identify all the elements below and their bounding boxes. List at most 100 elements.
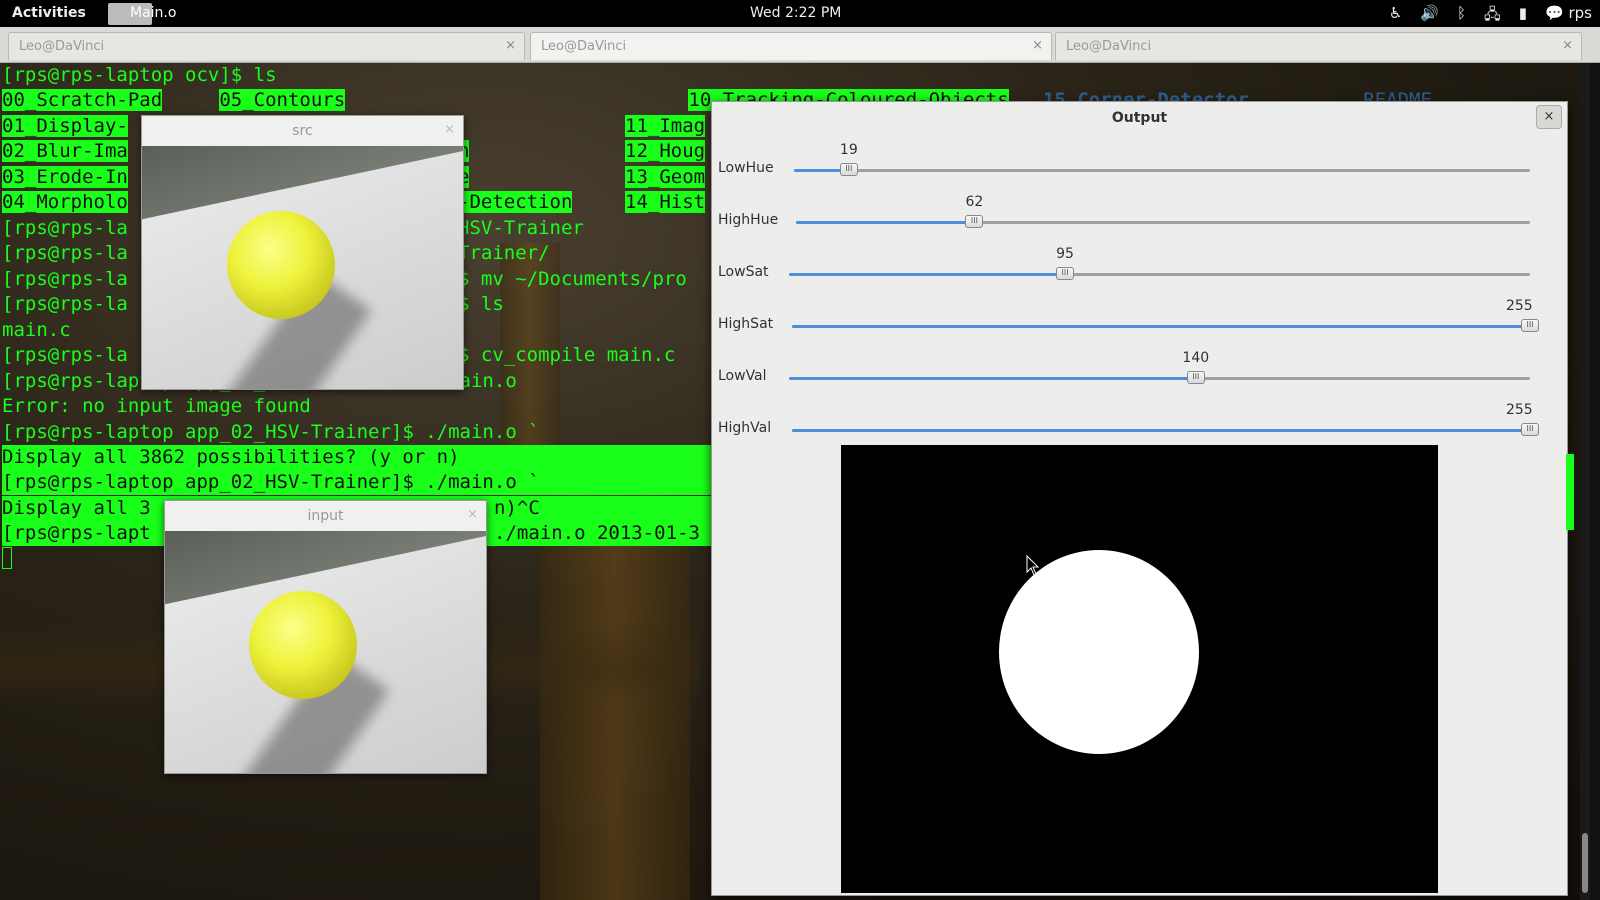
terminal-fragment: ./main.o 2013-01-3	[494, 522, 700, 544]
terminal-line: [rps@rps-la	[2, 268, 128, 290]
slider-track[interactable]: III	[792, 423, 1539, 436]
terminal-line: [rps@rps-la	[2, 293, 128, 315]
slider-track[interactable]: III	[796, 215, 1530, 228]
slider-handle[interactable]: III	[1521, 319, 1539, 332]
terminal-line: 02_Blur-Ima	[2, 140, 128, 162]
close-icon[interactable]: ×	[505, 38, 516, 53]
user-name: rps	[1568, 4, 1592, 22]
terminal-line: [rps@rps-la	[2, 242, 128, 264]
slider-label: HighHue	[718, 212, 779, 228]
terminal-scrollbar[interactable]	[1580, 63, 1590, 900]
terminal-line: [rps@rps-laptop app_02_HSV-Trainer]$ ./m…	[2, 470, 712, 495]
user-menu[interactable]: 💬 rps	[1545, 4, 1592, 29]
scrollbar-thumb[interactable]	[1582, 833, 1588, 893]
terminal-line: Error: no input image found	[2, 395, 311, 417]
slider-handle[interactable]: III	[1056, 267, 1075, 280]
chat-icon: 💬	[1545, 4, 1564, 22]
terminal-fragment: $ cv_compile main.c	[458, 344, 676, 366]
terminal-fragment: 11_Imag	[625, 115, 706, 137]
slider-fill	[789, 273, 1066, 276]
tab-1[interactable]: Leo@DaVinci ×	[8, 32, 525, 60]
slider-label: HighSat	[718, 316, 774, 332]
slider-fill	[796, 221, 975, 224]
slider-label: LowHue	[718, 160, 774, 176]
terminal-line: [rps@rps-laptop ocv]$ ls	[2, 64, 277, 86]
close-icon[interactable]: ×	[1562, 38, 1573, 53]
close-icon[interactable]: ×	[1032, 38, 1043, 53]
slider-value: 255	[1505, 298, 1533, 314]
slider-highhue: HighHue III 62	[712, 188, 1567, 239]
input-window[interactable]: input ×	[164, 500, 487, 774]
slider-lowsat: LowSat III 95	[712, 240, 1567, 291]
slider-value: 255	[1505, 402, 1533, 418]
slider-track[interactable]: III	[789, 371, 1530, 384]
bluetooth-icon[interactable]: ᛒ	[1457, 4, 1466, 29]
slider-fill	[792, 325, 1530, 328]
terminal-fragment: 14_Hist	[625, 191, 706, 213]
top-panel: Activities Main.o Wed 2:22 PM ♿ 🔊 ᛒ 🖧 ▮ …	[0, 0, 1600, 27]
close-icon[interactable]: ×	[444, 122, 455, 137]
window-title: Output	[1111, 110, 1168, 126]
input-image	[165, 531, 486, 773]
terminal-line: main.c	[2, 319, 71, 341]
src-image	[142, 146, 463, 389]
slider-value: 19	[839, 142, 858, 158]
terminal-line: 04_Morpholo	[2, 191, 128, 213]
terminal-line: 01_Display-	[2, 115, 128, 137]
slider-value: 95	[1056, 246, 1074, 262]
tab-3[interactable]: Leo@DaVinci ×	[1055, 32, 1582, 60]
volume-icon[interactable]: 🔊	[1420, 4, 1439, 29]
accessibility-icon[interactable]: ♿	[1389, 4, 1402, 29]
terminal-line: 03_Erode-In	[2, 166, 128, 188]
terminal-fragment: $ ls	[458, 293, 504, 315]
terminal-fragment: $ mv ~/Documents/pro	[458, 268, 687, 290]
slider-handle[interactable]: III	[965, 215, 984, 228]
threshold-output-image	[841, 445, 1438, 893]
mouse-pointer-icon	[1026, 555, 1040, 576]
slider-highsat: HighSat III 255	[712, 292, 1567, 343]
slider-value: 62	[965, 194, 984, 210]
battery-icon[interactable]: ▮	[1519, 4, 1527, 29]
terminal-line: [rps@rps-la	[2, 217, 128, 239]
slider-fill	[792, 429, 1530, 432]
network-icon[interactable]: 🖧	[1484, 4, 1501, 29]
terminal-fragment: 12_Houg	[625, 140, 706, 162]
terminal-fragment: Trainer/	[458, 242, 550, 264]
slider-label: HighVal	[718, 420, 772, 436]
close-button[interactable]: ×	[1536, 105, 1562, 129]
app-menu[interactable]: Main.o	[130, 5, 176, 21]
slider-track[interactable]: III	[792, 319, 1539, 332]
activities-button[interactable]: Activities	[12, 5, 86, 21]
window-title: src	[292, 123, 313, 139]
slider-lowval: LowVal III 140	[712, 344, 1567, 395]
terminal-fragment: -Detection	[458, 191, 573, 213]
slider-label: LowSat	[718, 264, 769, 280]
terminal-line: [rps@rps-laptop app_02_HSV-Trainer]$ ./m…	[2, 421, 540, 443]
ball-shape	[227, 211, 335, 319]
cursor	[2, 547, 12, 569]
tab-2[interactable]: Leo@DaVinci ×	[530, 32, 1052, 60]
window-title: input	[307, 508, 344, 524]
terminal-line: [rps@rps-la	[2, 344, 128, 366]
tab-label: Leo@DaVinci	[541, 39, 627, 54]
slider-fill	[789, 377, 1196, 380]
slider-handle[interactable]: III	[1521, 423, 1539, 436]
terminal-fragment: HSV-Trainer	[458, 217, 584, 239]
src-window[interactable]: src ×	[141, 115, 464, 390]
slider-handle[interactable]: III	[839, 163, 858, 176]
tab-label: Leo@DaVinci	[19, 39, 105, 54]
slider-track[interactable]: III	[794, 163, 1530, 176]
clock[interactable]: Wed 2:22 PM	[750, 5, 841, 21]
slider-label: LowVal	[718, 368, 767, 384]
output-window[interactable]: Output × LowHue III 19 HighHue III 62 LowSat II…	[711, 101, 1568, 896]
tab-label: Leo@DaVinci	[1066, 39, 1152, 54]
terminal-line: Display all 3862 possibilities? (y or n)	[2, 445, 712, 470]
terminal-fragment: n)^C	[494, 497, 540, 519]
slider-handle[interactable]: III	[1186, 371, 1205, 384]
terminal-tab-bar: Leo@DaVinci × Leo@DaVinci × Leo@DaVinci …	[0, 27, 1600, 63]
close-icon[interactable]: ×	[467, 507, 478, 522]
ball-shape	[249, 591, 357, 699]
terminal-highlight-edge	[1566, 454, 1574, 530]
slider-track[interactable]: III	[789, 267, 1530, 280]
slider-lowhue: LowHue III 19	[712, 136, 1567, 187]
